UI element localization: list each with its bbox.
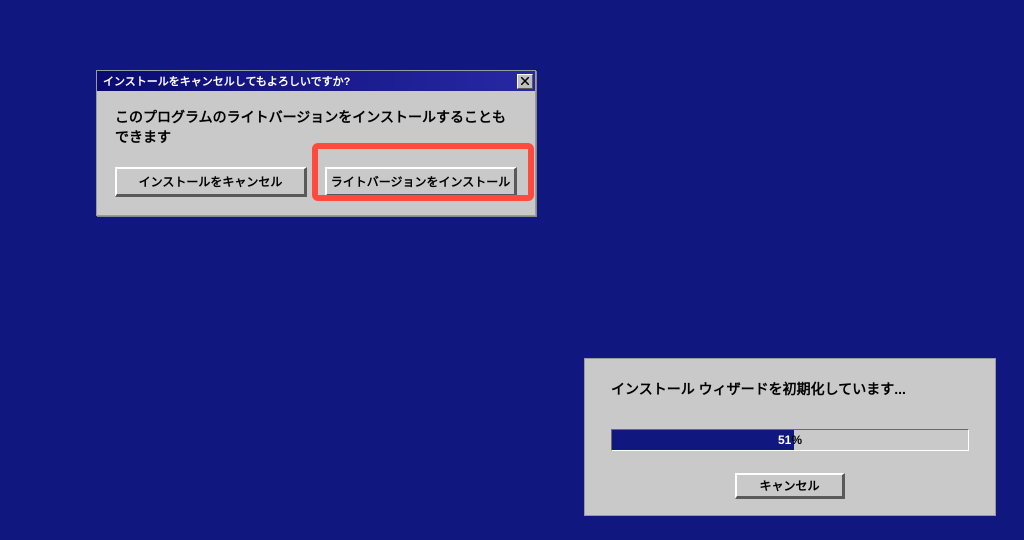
progress-dialog: インストール ウィザードを初期化しています... 51% キャンセル [584,358,996,516]
progress-bar: 51% [611,429,969,451]
progress-body: インストール ウィザードを初期化しています... 51% キャンセル [585,359,995,515]
progress-cancel-button[interactable]: キャンセル [735,473,845,499]
cancel-row: キャンセル [611,473,969,499]
cancel-confirm-dialog: インストールをキャンセルしてもよろしいですか? このプログラムのライトバージョン… [96,70,536,216]
dialog-titlebar: インストールをキャンセルしてもよろしいですか? [97,71,535,91]
button-row: インストールをキャンセル ライトバージョンをインストール [115,167,517,197]
close-icon[interactable] [517,74,533,89]
install-lite-button[interactable]: ライトバージョンをインストール [325,167,517,197]
dialog-body: このプログラムのライトバージョンをインストールすることもできます インストールを… [97,91,535,215]
cancel-install-button[interactable]: インストールをキャンセル [115,167,307,197]
dialog-title: インストールをキャンセルしてもよろしいですか? [103,73,350,89]
progress-percent-label: 51% [612,430,968,450]
progress-title: インストール ウィザードを初期化しています... [611,379,969,399]
dialog-message: このプログラムのライトバージョンをインストールすることもできます [115,107,517,147]
